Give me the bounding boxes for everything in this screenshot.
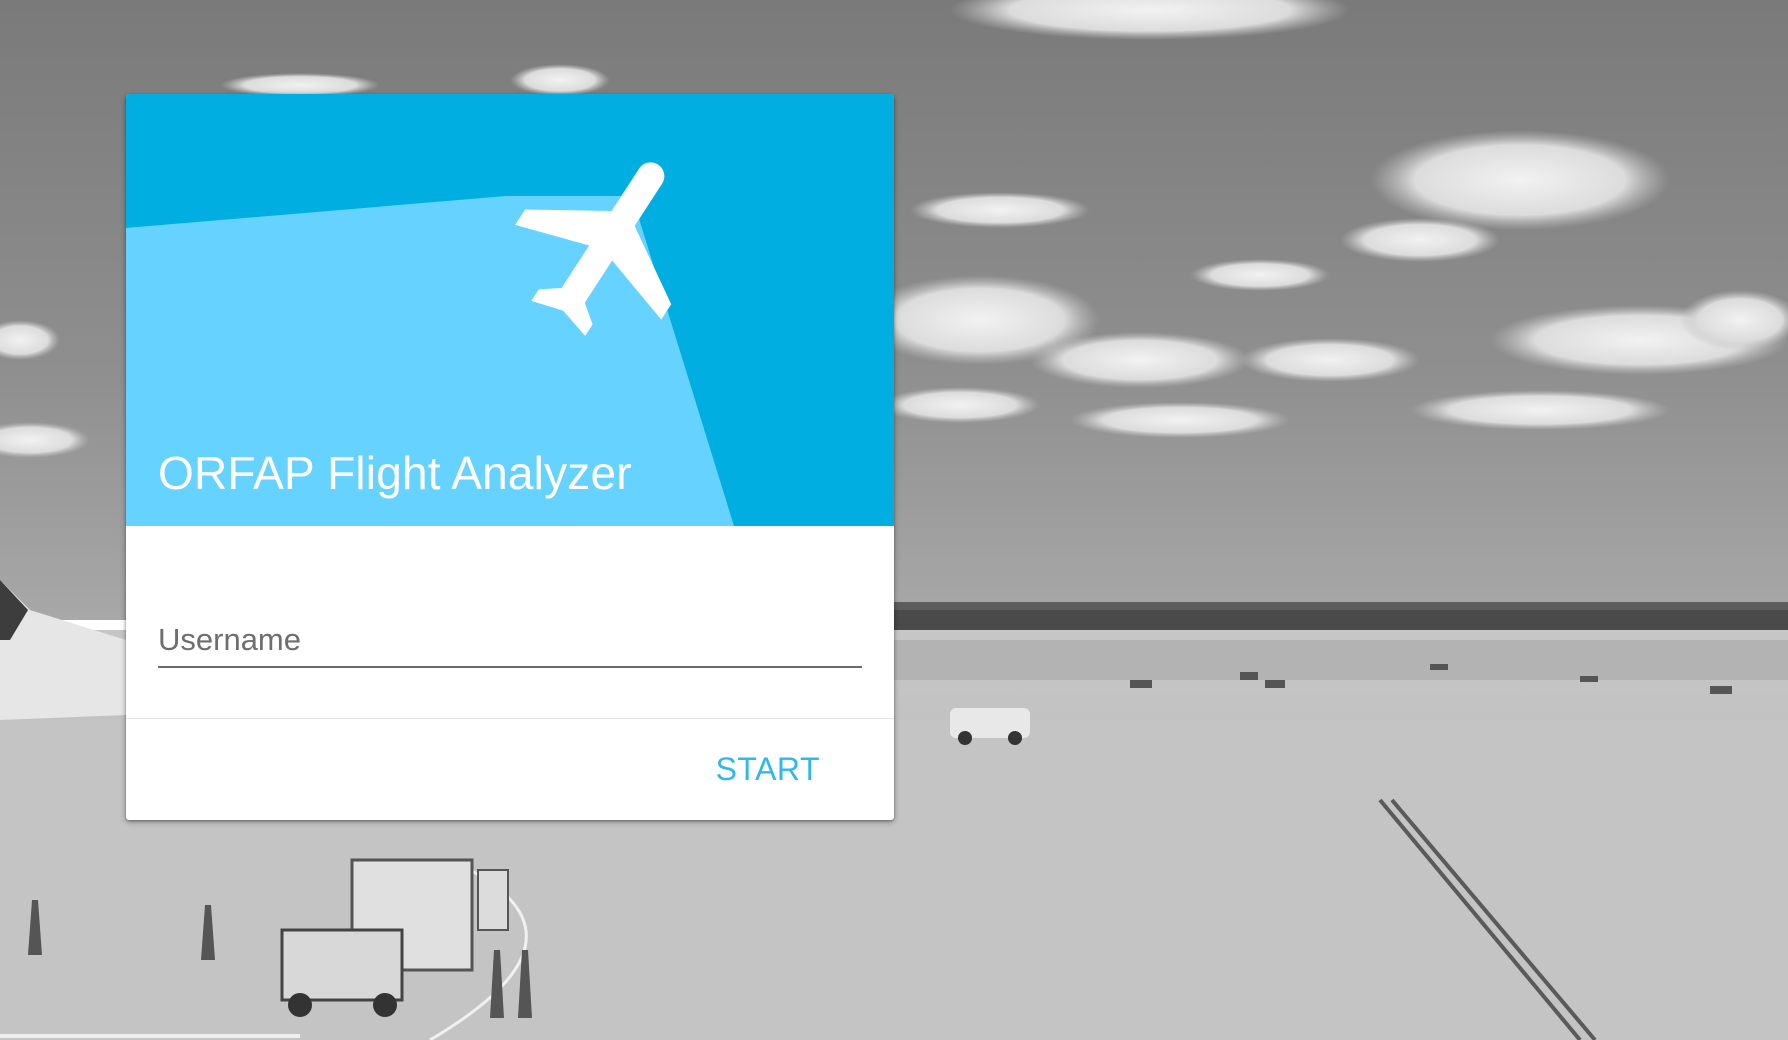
- card-header: ORFAP Flight Analyzer: [126, 94, 894, 526]
- username-input[interactable]: [158, 618, 862, 668]
- login-card: ORFAP Flight Analyzer START: [126, 94, 894, 820]
- start-button[interactable]: START: [700, 741, 836, 797]
- card-actions: START: [126, 719, 894, 820]
- airplane-icon: [515, 162, 672, 336]
- card-body: [126, 526, 894, 718]
- app-title: ORFAP Flight Analyzer: [158, 447, 632, 499]
